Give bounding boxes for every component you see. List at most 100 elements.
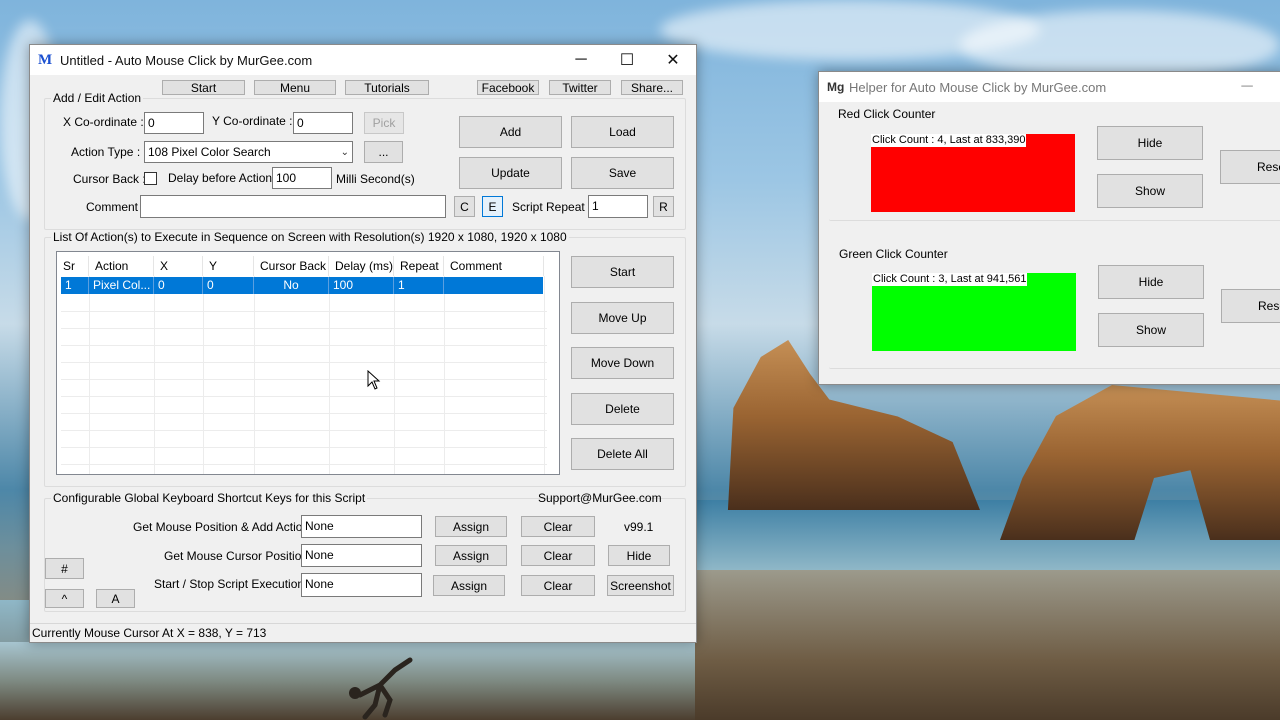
move-down-button[interactable]: Move Down [571, 347, 674, 379]
shortcut-input-start-stop[interactable]: None [301, 573, 422, 597]
clear-button-add-action[interactable]: Clear [521, 516, 595, 537]
grid-line [61, 311, 547, 312]
list-start-button[interactable]: Start [571, 256, 674, 288]
shortcut-label-cursor-position: Get Mouse Cursor Position : [164, 549, 315, 563]
a-button[interactable]: A [96, 589, 135, 608]
sea [695, 500, 1280, 570]
red-reset-button[interactable]: Rese [1220, 150, 1280, 184]
cloud [960, 10, 1280, 80]
red-show-button[interactable]: Show [1097, 174, 1203, 208]
delete-all-button[interactable]: Delete All [571, 438, 674, 470]
status-bar: Currently Mouse Cursor At X = 838, Y = 7… [30, 623, 696, 642]
grid-line [203, 276, 204, 474]
cell-action: Pixel Col... [89, 277, 154, 294]
action-list-view[interactable]: Sr Action X Y Cursor Back Delay (ms) Rep… [56, 251, 560, 475]
script-repeat-input[interactable]: 1 [588, 195, 648, 218]
shortcut-input-cursor-position[interactable]: None [301, 544, 422, 567]
green-click-area[interactable]: Click Count : 3, Last at 941,561 [872, 273, 1076, 351]
grid-line [61, 430, 547, 431]
toolbar-start-button[interactable]: Start [162, 80, 245, 95]
helper-window: Mg Helper for Auto Mouse Click by MurGee… [818, 71, 1280, 385]
comment-input[interactable] [140, 195, 446, 218]
cursor-back-label: Cursor Back : [73, 172, 146, 186]
arch-rock [1000, 385, 1280, 540]
green-counter-title: Green Click Counter [839, 247, 948, 261]
grid-line [61, 345, 547, 346]
delay-input[interactable]: 100 [272, 167, 332, 189]
move-up-button[interactable]: Move Up [571, 302, 674, 334]
cell-y: 0 [203, 277, 254, 294]
murgee-logo-icon: Mg [827, 80, 845, 94]
cell-comment [444, 277, 543, 294]
cell-repeat: 1 [394, 277, 444, 294]
delay-label: Delay before Action : [168, 171, 279, 185]
load-button[interactable]: Load [571, 116, 674, 148]
twitter-button[interactable]: Twitter [549, 80, 611, 95]
cell-x: 0 [154, 277, 203, 294]
beach [695, 570, 1280, 720]
green-hide-button[interactable]: Hide [1098, 265, 1204, 299]
minimize-button[interactable]: ─ [1224, 72, 1270, 102]
y-coordinate-label: Y Co-ordinate : [212, 114, 293, 128]
column-header-delay[interactable]: Delay (ms) [329, 256, 394, 276]
x-coordinate-input[interactable]: 0 [144, 112, 204, 134]
helper-title: Helper for Auto Mouse Click by MurGee.co… [849, 79, 1107, 95]
grid-line [61, 362, 547, 363]
column-header-repeat[interactable]: Repeat [394, 256, 444, 276]
column-header-cursor-back[interactable]: Cursor Back [254, 256, 329, 276]
screenshot-button[interactable]: Screenshot [607, 575, 674, 596]
column-header-action[interactable]: Action [89, 256, 154, 276]
column-header-comment[interactable]: Comment [444, 256, 544, 276]
main-titlebar: M Untitled - Auto Mouse Click by MurGee.… [30, 45, 696, 75]
action-options-button[interactable]: ... [364, 141, 403, 163]
caret-button[interactable]: ^ [45, 589, 84, 608]
shortcut-input-add-action[interactable]: None [301, 515, 422, 538]
red-hide-button[interactable]: Hide [1097, 126, 1203, 160]
menu-button[interactable]: Menu [254, 80, 336, 95]
column-header-sr[interactable]: Sr [57, 256, 89, 276]
r-button[interactable]: R [653, 196, 674, 217]
clear-button-cursor-position[interactable]: Clear [521, 545, 595, 566]
tutorials-button[interactable]: Tutorials [345, 80, 429, 95]
column-header-y[interactable]: Y [203, 256, 254, 276]
shortcut-label-start-stop: Start / Stop Script Execution : [154, 577, 311, 591]
e-button[interactable]: E [482, 196, 503, 217]
jumping-person-silhouette [349, 657, 413, 720]
y-coordinate-input[interactable]: 0 [293, 112, 353, 134]
grid-line [394, 276, 395, 474]
assign-button-add-action[interactable]: Assign [435, 516, 507, 537]
grid-line [444, 276, 445, 474]
red-click-area[interactable]: Click Count : 4, Last at 833,390 [871, 134, 1075, 212]
maximize-button[interactable]: ☐ [604, 45, 650, 75]
grid-line [61, 328, 547, 329]
assign-button-start-stop[interactable]: Assign [433, 575, 505, 596]
green-reset-button[interactable]: Rese [1221, 289, 1280, 323]
c-button[interactable]: C [454, 196, 475, 217]
table-row[interactable]: 1 Pixel Col... 0 0 No 100 1 [61, 277, 543, 294]
cursor-back-checkbox[interactable] [144, 172, 157, 185]
update-button[interactable]: Update [459, 157, 562, 189]
window-title: Untitled - Auto Mouse Click by MurGee.co… [60, 52, 313, 68]
green-show-button[interactable]: Show [1098, 313, 1204, 347]
add-button[interactable]: Add [459, 116, 562, 148]
column-header-x[interactable]: X [154, 256, 203, 276]
facebook-button[interactable]: Facebook [477, 80, 539, 95]
action-list-group-title: List Of Action(s) to Execute in Sequence… [51, 230, 569, 244]
assign-button-cursor-position[interactable]: Assign [435, 545, 507, 566]
minimize-button[interactable]: ─ [558, 45, 604, 75]
grid-line [61, 447, 547, 448]
hash-button[interactable]: # [45, 558, 84, 579]
action-type-select[interactable]: 108 Pixel Color Search ⌄ [144, 141, 353, 163]
close-button[interactable]: ✕ [650, 45, 696, 75]
add-edit-group-title: Add / Edit Action [51, 91, 144, 105]
pick-button[interactable]: Pick [364, 112, 404, 134]
support-email-link[interactable]: Support@MurGee.com [538, 491, 662, 505]
save-button[interactable]: Save [571, 157, 674, 189]
grid-line [61, 379, 547, 380]
x-coordinate-label: X Co-ordinate : [63, 115, 144, 129]
clear-button-start-stop[interactable]: Clear [521, 575, 595, 596]
green-click-count-label: Click Count : 3, Last at 941,561 [872, 273, 1028, 286]
hide-button[interactable]: Hide [608, 545, 670, 566]
share-button[interactable]: Share... [621, 80, 683, 95]
delete-button[interactable]: Delete [571, 393, 674, 425]
